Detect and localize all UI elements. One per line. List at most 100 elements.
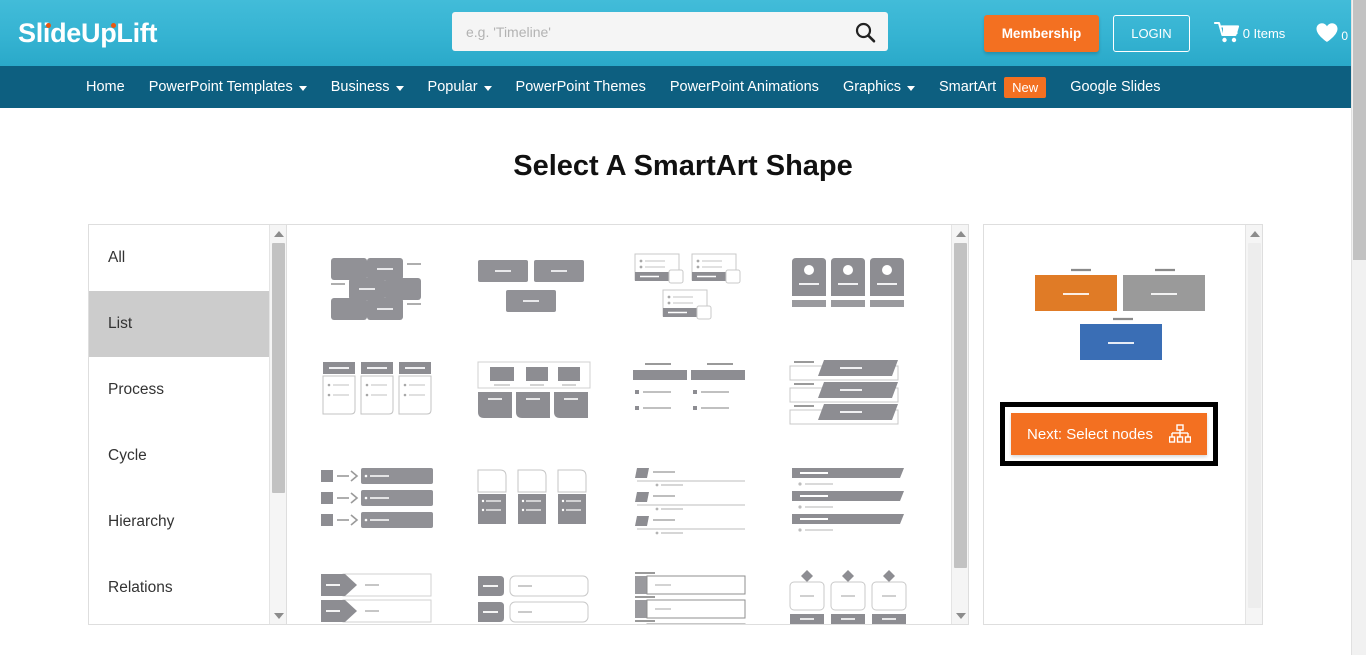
nav-item-powerpoint-templates[interactable]: PowerPoint Templates	[137, 66, 319, 108]
heart-icon	[1315, 22, 1339, 44]
shape-thumbnail[interactable]	[456, 551, 612, 625]
chevron-down-icon	[484, 86, 492, 91]
new-badge: New	[1004, 77, 1046, 98]
shape-thumbnail[interactable]	[613, 551, 769, 625]
category-label: All	[108, 249, 125, 267]
shape-gallery-panel	[287, 224, 969, 625]
category-item-all[interactable]: All	[89, 225, 286, 291]
shape-thumbnail[interactable]	[613, 445, 769, 551]
shape-thumbnail[interactable]	[299, 233, 455, 339]
scrollbar-thumb[interactable]	[954, 243, 967, 568]
page-title: Select A SmartArt Shape	[0, 150, 1366, 183]
shape-thumbnail[interactable]	[770, 551, 926, 625]
nav-item-smartart[interactable]: SmartArt New	[927, 66, 1058, 108]
shape-gallery	[287, 225, 968, 625]
chevron-down-icon	[396, 86, 404, 91]
shape-thumbnail[interactable]	[613, 233, 769, 339]
next-select-nodes-button[interactable]: Next: Select nodes	[1011, 413, 1207, 455]
membership-button[interactable]: Membership	[984, 15, 1100, 52]
nav-label: Popular	[428, 79, 478, 95]
main-navigation: Home PowerPoint Templates Business Popul…	[0, 66, 1366, 108]
category-panel: All List Process Cycle Hierarchy Relatio…	[88, 224, 287, 625]
search-input[interactable]	[452, 24, 842, 40]
site-logo[interactable]: SlideUpLift	[18, 18, 157, 49]
nav-item-powerpoint-themes[interactable]: PowerPoint Themes	[504, 66, 658, 108]
category-label: Process	[108, 381, 164, 399]
nav-item-powerpoint-animations[interactable]: PowerPoint Animations	[658, 66, 831, 108]
scroll-down-button[interactable]	[952, 607, 969, 624]
category-scrollbar[interactable]	[269, 225, 286, 624]
focus-highlight: Next: Select nodes	[1000, 402, 1218, 466]
category-item-relations[interactable]: Relations	[89, 555, 286, 621]
smartart-picker: All List Process Cycle Hierarchy Relatio…	[88, 224, 1263, 625]
nav-label: PowerPoint Animations	[670, 79, 819, 95]
preview-block-orange	[1035, 275, 1117, 311]
scroll-up-button[interactable]	[270, 225, 287, 242]
shape-thumbnail[interactable]	[299, 445, 455, 551]
nav-item-home[interactable]: Home	[74, 66, 137, 108]
cart-count-label: 0 Items	[1243, 26, 1286, 41]
shape-thumbnail[interactable]	[770, 339, 926, 445]
category-item-cycle[interactable]: Cycle	[89, 423, 286, 489]
shape-thumbnail[interactable]	[299, 339, 455, 445]
nav-item-popular[interactable]: Popular	[416, 66, 504, 108]
scrollbar-thumb[interactable]	[272, 243, 285, 493]
nav-item-graphics[interactable]: Graphics	[831, 66, 927, 108]
nav-label: Home	[86, 79, 125, 95]
shape-thumbnail[interactable]	[456, 339, 612, 445]
shape-thumbnail[interactable]	[456, 445, 612, 551]
logo-dot-icon	[111, 23, 116, 28]
triangle-down-icon	[956, 613, 966, 619]
category-label: Relations	[108, 579, 173, 597]
search-button[interactable]	[842, 12, 888, 51]
shape-thumbnail[interactable]	[613, 339, 769, 445]
category-item-process[interactable]: Process	[89, 357, 286, 423]
wishlist-count-label: 0	[1341, 30, 1348, 44]
shape-preview	[984, 225, 1262, 363]
category-label: List	[108, 315, 132, 333]
triangle-up-icon	[1250, 231, 1260, 237]
gallery-scrollbar[interactable]	[951, 225, 968, 624]
shape-thumbnail[interactable]	[770, 445, 926, 551]
scroll-up-button[interactable]	[1246, 225, 1263, 242]
preview-block-gray	[1123, 275, 1205, 311]
page-scrollbar-thumb[interactable]	[1353, 0, 1366, 260]
preview-scrollbar[interactable]	[1245, 225, 1262, 624]
site-header: SlideUpLift Membership LOGIN 0 Items	[0, 0, 1366, 66]
category-label: Cycle	[108, 447, 147, 465]
cart-button[interactable]: 0 Items	[1214, 21, 1286, 45]
next-button-label: Next: Select nodes	[1027, 426, 1153, 443]
wishlist-button[interactable]: 0	[1315, 22, 1348, 44]
scroll-down-button[interactable]	[270, 607, 287, 624]
nav-label: Business	[331, 79, 390, 95]
chevron-down-icon	[299, 86, 307, 91]
logo-text: SlideUpLift	[18, 18, 157, 48]
shape-thumbnail[interactable]	[770, 233, 926, 339]
category-item-list[interactable]: List	[89, 291, 286, 357]
chevron-down-icon	[907, 86, 915, 91]
next-button-container: Next: Select nodes	[984, 402, 1234, 466]
triangle-down-icon	[274, 613, 284, 619]
search-icon	[853, 20, 877, 44]
logo-dot-icon	[46, 23, 51, 28]
shape-thumbnail[interactable]	[299, 551, 455, 625]
nav-label: Graphics	[843, 79, 901, 95]
nav-label: PowerPoint Themes	[516, 79, 646, 95]
triangle-up-icon	[956, 231, 966, 237]
page-scrollbar[interactable]	[1351, 0, 1366, 655]
preview-block-blue	[1080, 324, 1162, 360]
nav-label: Google Slides	[1070, 79, 1160, 95]
nav-label: PowerPoint Templates	[149, 79, 293, 95]
triangle-up-icon	[274, 231, 284, 237]
preview-panel: Next: Select nodes	[983, 224, 1263, 625]
nav-label: SmartArt	[939, 79, 996, 95]
nav-item-business[interactable]: Business	[319, 66, 416, 108]
scrollbar-thumb[interactable]	[1248, 243, 1261, 608]
sitemap-icon	[1169, 424, 1191, 444]
category-item-hierarchy[interactable]: Hierarchy	[89, 489, 286, 555]
shape-thumbnail[interactable]	[456, 233, 612, 339]
scroll-up-button[interactable]	[952, 225, 969, 242]
login-button[interactable]: LOGIN	[1113, 15, 1189, 52]
category-label: Hierarchy	[108, 513, 174, 531]
nav-item-google-slides[interactable]: Google Slides	[1058, 66, 1172, 108]
